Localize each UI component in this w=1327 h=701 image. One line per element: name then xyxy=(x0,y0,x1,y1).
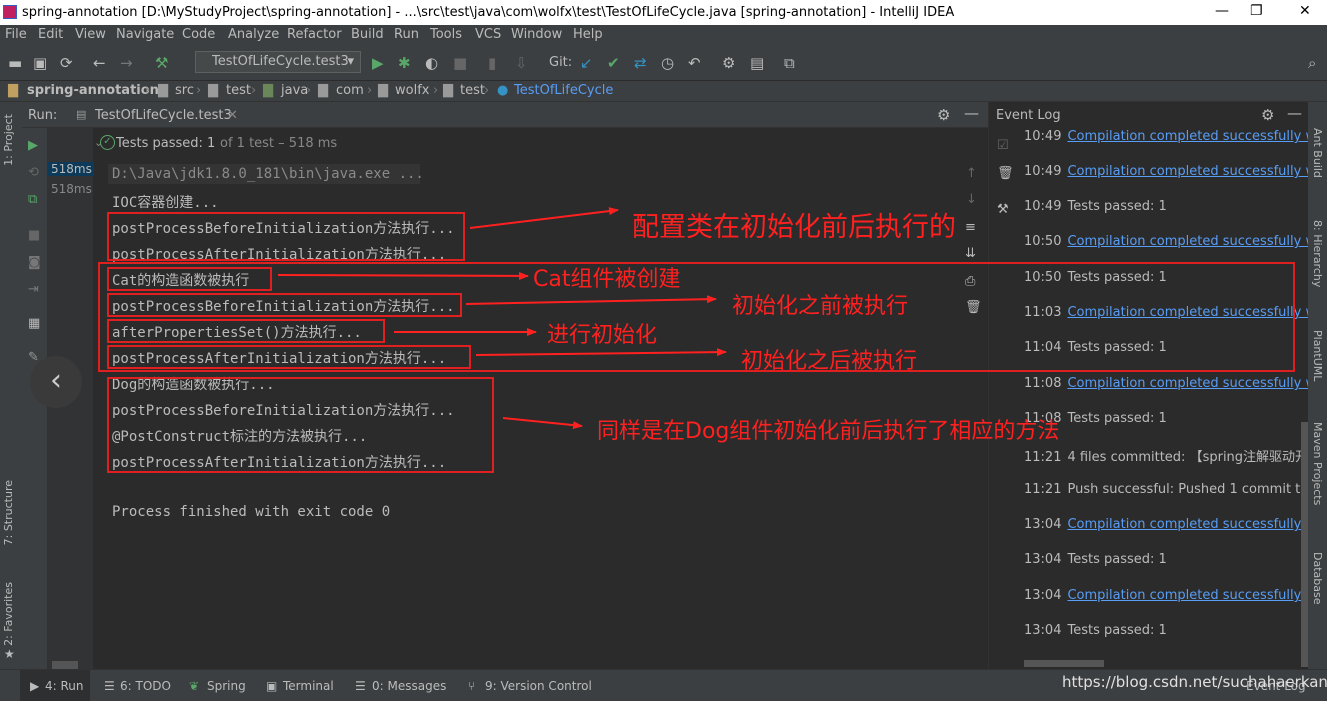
annotation-after-init: 初始化之后被执行 xyxy=(741,349,918,374)
arrow-cat xyxy=(277,271,529,280)
arrow-config xyxy=(469,207,619,229)
arrow-after xyxy=(475,348,727,357)
annotation-config: 配置类在初始化前后执行的 xyxy=(632,212,956,243)
annotation-do-init: 进行初始化 xyxy=(547,323,658,348)
arrow-dog xyxy=(502,417,583,430)
annotation-before-init: 初始化之前被执行 xyxy=(732,294,909,319)
annotation-arrows xyxy=(277,207,727,430)
annotation-dog: 同样是在Dog组件初始化前后执行了相应的方法 xyxy=(597,419,1060,444)
arrow-before xyxy=(465,295,717,305)
annotation-cat-created: Cat组件被创建 xyxy=(533,267,681,292)
